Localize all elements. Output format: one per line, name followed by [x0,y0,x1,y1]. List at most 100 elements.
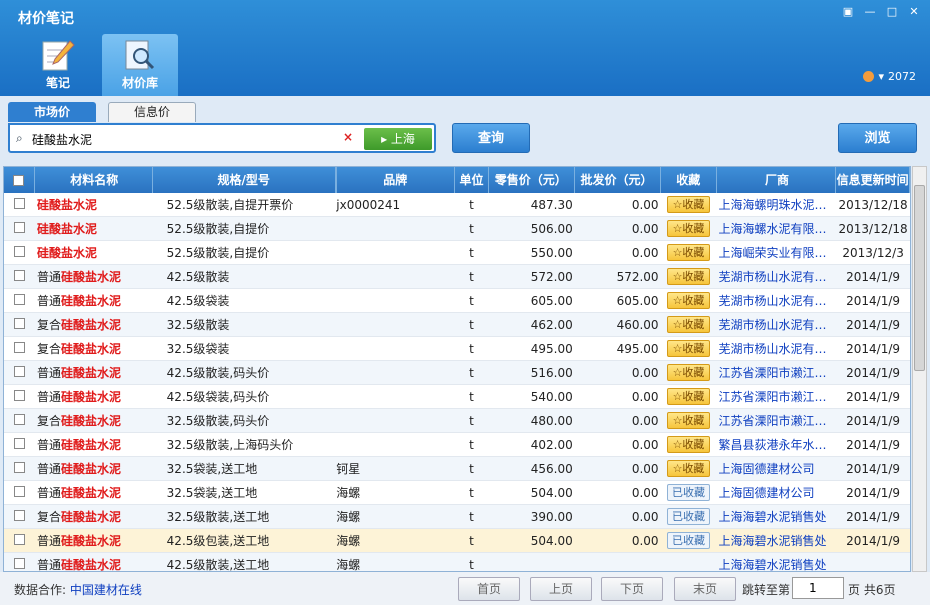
row-checkbox[interactable] [4,293,35,308]
close-button[interactable]: ✕ [906,5,922,19]
maker-link[interactable]: 芜湖市杨山水泥有限... [716,340,836,357]
favorite-button[interactable]: ☆收藏 [667,460,710,477]
favorite-button[interactable]: ☆收藏 [667,388,710,405]
maker-link[interactable]: 上海海碧水泥销售处 [716,556,836,571]
col-retail[interactable]: 零售价（元） [489,167,576,193]
last-page-button[interactable]: 末页 [674,577,736,601]
favorite-button[interactable]: ☆收藏 [667,364,710,381]
data-source-label: 数据合作: [14,583,67,597]
browse-button[interactable]: 浏览 [838,123,917,153]
row-checkbox[interactable] [4,461,35,476]
col-updated[interactable]: 信息更新时间 [836,167,910,193]
favorite-button[interactable]: ☆收藏 [667,412,710,429]
col-brand[interactable]: 品牌 [337,167,455,193]
tab-market-price[interactable]: 市场价 [8,102,96,122]
row-checkbox[interactable] [4,389,35,404]
maker-link[interactable]: 芜湖市杨山水泥有限... [716,316,836,333]
row-checkbox[interactable] [4,413,35,428]
nav-tab-notes[interactable]: 笔记 [20,34,96,96]
maker-link[interactable]: 上海海碧水泥销售处 [716,508,836,525]
minimize-button[interactable]: — [862,5,878,19]
city-select[interactable]: ▸ 上海 [364,128,432,150]
row-checkbox[interactable] [4,341,35,356]
maker-link[interactable]: 江苏省溧阳市濑江水... [716,388,836,405]
row-checkbox[interactable] [4,197,35,212]
tab-info-price[interactable]: 信息价 [108,102,196,122]
favorite-button[interactable]: 已收藏 [667,508,710,525]
table-row[interactable]: 普通硅酸盐水泥 32.5袋装,送工地 海螺 t 504.00 0.00 已收藏 上海固德建材公… [4,481,910,505]
maker-link[interactable]: 芜湖市杨山水泥有限... [716,292,836,309]
page-number-input[interactable] [792,577,844,599]
nav-tab-price-library[interactable]: 材价库 [102,34,178,96]
query-button[interactable]: 查询 [452,123,530,153]
col-material-name[interactable]: 材料名称 [35,167,153,193]
select-all-checkbox[interactable] [4,167,35,193]
row-checkbox[interactable] [4,269,35,284]
row-checkbox[interactable] [4,317,35,332]
favorite-button[interactable]: 已收藏 [667,484,710,501]
table-row[interactable]: 普通硅酸盐水泥 32.5级散装,上海码头价 t 402.00 0.00 ☆收藏 繁昌县荻港永… [4,433,910,457]
table-row[interactable]: 普通硅酸盐水泥 42.5级袋装,码头价 t 540.00 0.00 ☆收藏 江苏省溧阳市濑江… [4,385,910,409]
table-scrollbar[interactable] [912,166,927,572]
spec-cell: 52.5级散装,自提价 [166,222,270,236]
retail-price-cell: 550.00 [530,245,573,260]
favorite-button[interactable]: ☆收藏 [667,292,710,309]
maker-link[interactable]: 江苏省溧阳市濑江水... [716,364,836,381]
prev-page-button[interactable]: 上页 [530,577,592,601]
row-checkbox[interactable] [4,509,35,524]
favorite-button[interactable]: ☆收藏 [667,436,710,453]
table-row[interactable]: 普通硅酸盐水泥 42.5级袋装 t 605.00 605.00 ☆收藏 芜湖市杨山水泥有限.… [4,289,910,313]
table-row[interactable]: 复合硅酸盐水泥 32.5级袋装 t 495.00 495.00 ☆收藏 芜湖市杨山水泥有限.… [4,337,910,361]
skin-icon[interactable]: ▣ [840,5,856,19]
favorite-button[interactable]: ☆收藏 [667,196,710,213]
clear-search-icon[interactable]: × [343,130,353,144]
row-checkbox[interactable] [4,365,35,380]
row-checkbox[interactable] [4,557,35,572]
maker-link[interactable]: 上海海螺水泥有限责... [716,220,836,237]
row-checkbox[interactable] [4,533,35,548]
col-unit[interactable]: 单位 [455,167,490,193]
row-checkbox[interactable] [4,221,35,236]
favorite-button[interactable]: ☆收藏 [667,340,710,357]
search-input[interactable] [32,130,332,148]
col-wholesale[interactable]: 批发价（元） [575,167,661,193]
maker-link[interactable]: 上海固德建材公司 [716,484,836,501]
col-favorite[interactable]: 收藏 [661,167,717,193]
maximize-button[interactable]: □ [884,5,900,19]
maker-link[interactable]: 繁昌县荻港永年水泥... [716,436,836,453]
favorite-button[interactable]: ☆收藏 [667,244,710,261]
user-menu[interactable]: ▾ 2072 [863,70,916,83]
retail-price-cell: 487.30 [530,197,573,212]
col-maker[interactable]: 厂商 [717,167,837,193]
spec-cell: 52.5级散装,自提价 [166,246,270,260]
table-row[interactable]: 硅酸盐水泥 52.5级散装,自提价 t 550.00 0.00 ☆收藏 上海崛荣实业有限公司… [4,241,910,265]
row-checkbox[interactable] [4,485,35,500]
favorite-button[interactable]: 已收藏 [667,532,710,549]
favorite-button[interactable]: ☆收藏 [667,268,710,285]
first-page-button[interactable]: 首页 [458,577,520,601]
col-spec[interactable]: 规格/型号 [153,167,336,193]
row-checkbox[interactable] [4,245,35,260]
table-row[interactable]: 普通硅酸盐水泥 42.5级散装,送工地 海螺 t 上海海碧水泥销售处 [4,553,910,572]
table-row[interactable]: 复合硅酸盐水泥 32.5级散装 t 462.00 460.00 ☆收藏 芜湖市杨山水泥有限.… [4,313,910,337]
maker-link[interactable]: 江苏省溧阳市濑江水... [716,412,836,429]
next-page-button[interactable]: 下页 [601,577,663,601]
table-row[interactable]: 普通硅酸盐水泥 42.5级包装,送工地 海螺 t 504.00 0.00 已收藏 上海海碧水泥… [4,529,910,553]
maker-link[interactable]: 上海海螺明珠水泥有... [716,196,836,213]
table-row[interactable]: 复合硅酸盐水泥 32.5级散装,码头价 t 480.00 0.00 ☆收藏 江苏省溧阳市濑江… [4,409,910,433]
maker-link[interactable]: 上海海碧水泥销售处 [716,532,836,549]
table-row[interactable]: 普通硅酸盐水泥 42.5级散装 t 572.00 572.00 ☆收藏 芜湖市杨山水泥有限.… [4,265,910,289]
row-checkbox[interactable] [4,437,35,452]
table-row[interactable]: 普通硅酸盐水泥 32.5袋装,送工地 钶星 t 456.00 0.00 ☆收藏 上海固德建材公… [4,457,910,481]
table-row[interactable]: 普通硅酸盐水泥 42.5级散装,码头价 t 516.00 0.00 ☆收藏 江苏省溧阳市濑江… [4,361,910,385]
table-row[interactable]: 复合硅酸盐水泥 32.5级散装,送工地 海螺 t 390.00 0.00 已收藏 上海海碧水泥… [4,505,910,529]
scrollbar-thumb[interactable] [914,185,925,371]
favorite-button[interactable]: ☆收藏 [667,220,710,237]
table-row[interactable]: 硅酸盐水泥 52.5级散装,自提开票价 jx0000241 t 487.30 0.00 ☆收… [4,193,910,217]
table-row[interactable]: 硅酸盐水泥 52.5级散装,自提价 t 506.00 0.00 ☆收藏 上海海螺水泥有限责.… [4,217,910,241]
maker-link[interactable]: 芜湖市杨山水泥有限... [716,268,836,285]
favorite-button[interactable]: ☆收藏 [667,316,710,333]
maker-link[interactable]: 上海固德建材公司 [716,460,836,477]
data-source-link[interactable]: 中国建材在线 [70,583,142,597]
maker-link[interactable]: 上海崛荣实业有限公司 [716,244,836,261]
